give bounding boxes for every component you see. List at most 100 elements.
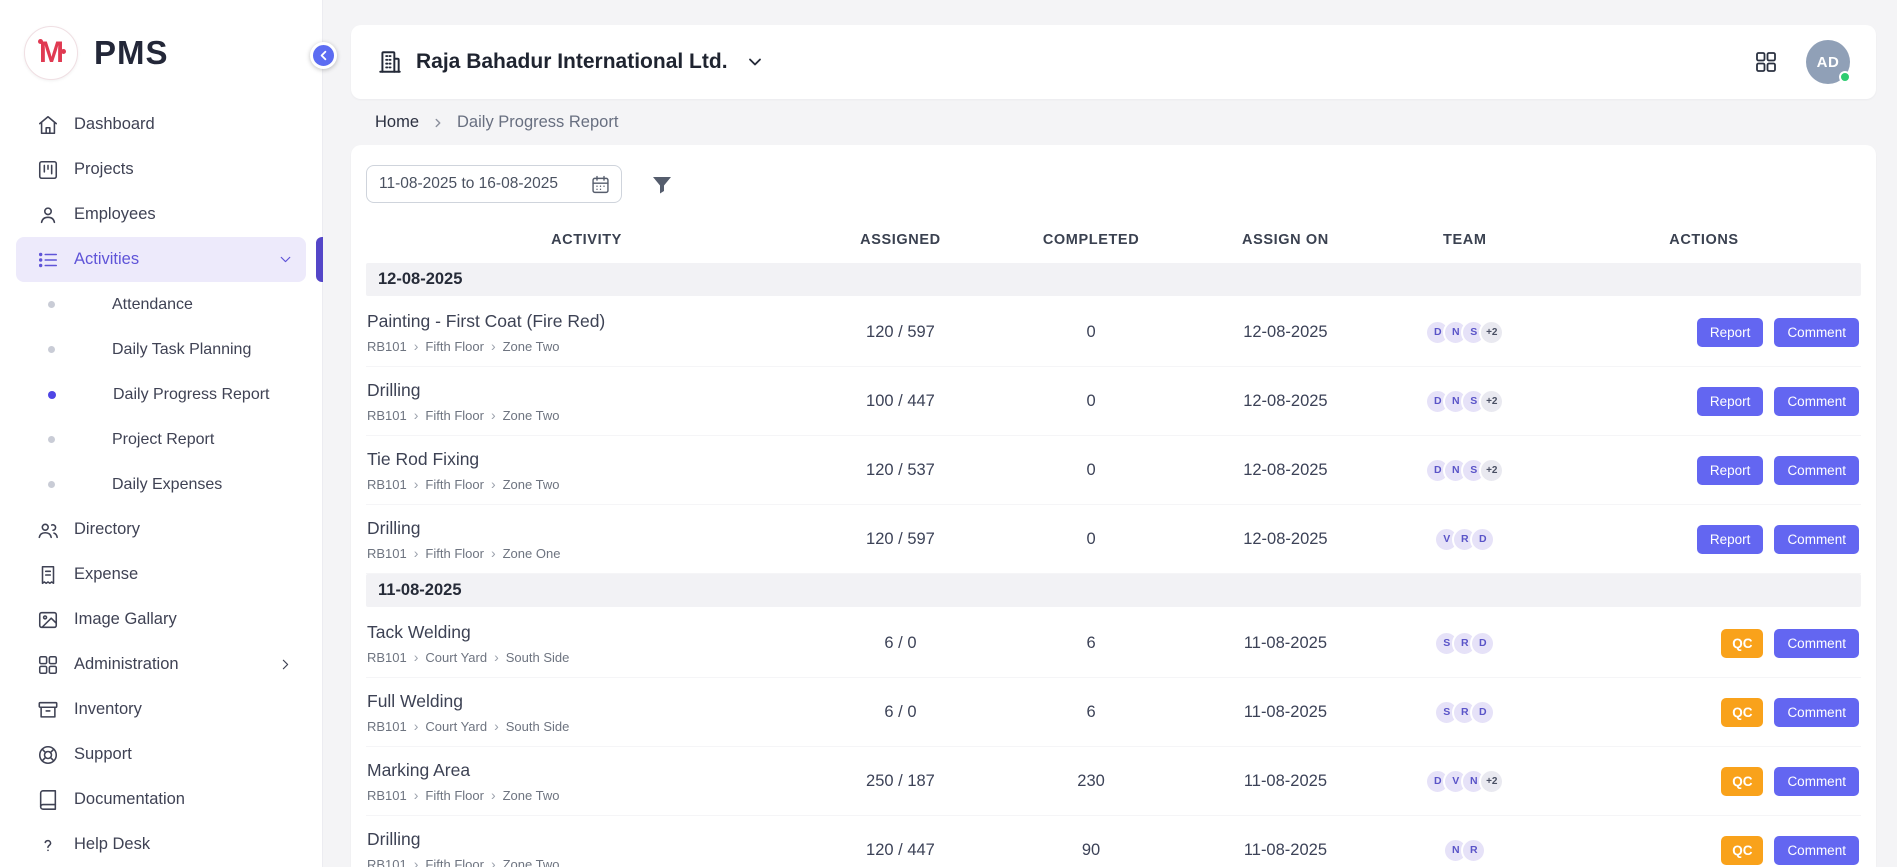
qc-button[interactable]: QC [1721, 698, 1763, 727]
team-cell: VRD [1383, 527, 1547, 552]
sidebar-item-help-desk[interactable]: Help Desk [16, 822, 306, 867]
chevron-right-icon: › [414, 857, 419, 867]
sidebar-item-administration[interactable]: Administration [16, 642, 306, 687]
team-overflow-badge[interactable]: +2 [1479, 389, 1504, 414]
apps-grid-icon[interactable] [1754, 50, 1778, 74]
team-cell: DNS+2 [1383, 389, 1547, 414]
qc-button[interactable]: QC [1721, 767, 1763, 796]
date-range-picker[interactable] [366, 165, 622, 203]
chevron-right-icon: › [491, 788, 496, 802]
activity-location-path: RB101›Fifth Floor›Zone Two [367, 408, 807, 423]
table-body: 12-08-2025 Painting - First Coat (Fire Re… [366, 263, 1861, 867]
user-avatar[interactable]: AD [1806, 40, 1850, 84]
sidebar: M PMS DashboardProjectsEmployeesActiviti… [0, 0, 323, 867]
team-cell: DNS+2 [1383, 320, 1547, 345]
report-button[interactable]: Report [1697, 525, 1764, 554]
team-avatar[interactable]: D [1470, 700, 1495, 725]
path-segment: RB101 [367, 719, 407, 734]
path-segment: RB101 [367, 788, 407, 803]
sidebar-subitem-daily-progress-report[interactable]: Daily Progress Report [16, 372, 306, 417]
breadcrumb-home-link[interactable]: Home [375, 113, 419, 132]
team-overflow-badge[interactable]: +2 [1479, 769, 1504, 794]
assign-on-value: 12-08-2025 [1188, 323, 1382, 342]
inventory-icon [37, 699, 59, 721]
actions-cell: Report Comment [1547, 318, 1861, 347]
activities-icon [37, 249, 59, 271]
assigned-value: 120 / 447 [807, 841, 994, 860]
activity-name: Marking Area [367, 760, 807, 781]
projects-icon [37, 159, 59, 181]
sidebar-item-projects[interactable]: Projects [16, 147, 306, 192]
sidebar-item-label: Employees [74, 205, 156, 224]
team-avatar[interactable]: D [1470, 527, 1495, 552]
sidebar-item-dashboard[interactable]: Dashboard [16, 102, 306, 147]
team-overflow-badge[interactable]: +2 [1479, 320, 1504, 345]
sidebar-item-label: Administration [74, 655, 179, 674]
path-segment: Zone Two [503, 339, 560, 354]
company-selector[interactable]: Raja Bahadur International Ltd. [377, 49, 765, 75]
qc-button[interactable]: QC [1721, 836, 1763, 865]
sidebar-item-expense[interactable]: Expense [16, 552, 306, 597]
team-avatar[interactable]: D [1470, 631, 1495, 656]
path-segment: RB101 [367, 650, 407, 665]
activity-location-path: RB101›Fifth Floor›Zone Two [367, 788, 807, 803]
column-header-team: TEAM [1383, 232, 1547, 248]
sidebar-item-directory[interactable]: Directory [16, 507, 306, 552]
path-segment: RB101 [367, 408, 407, 423]
filter-funnel-icon[interactable] [650, 172, 674, 196]
activity-name: Tack Welding [367, 622, 807, 643]
actions-cell: Report Comment [1547, 456, 1861, 485]
chevron-right-icon: › [491, 408, 496, 422]
activity-row: DrillingRB101›Fifth Floor›Zone One120 / … [366, 505, 1861, 574]
comment-button[interactable]: Comment [1774, 456, 1859, 485]
assigned-value: 120 / 537 [807, 461, 994, 480]
activity-cell: Marking AreaRB101›Fifth Floor›Zone Two [366, 760, 807, 803]
comment-button[interactable]: Comment [1774, 318, 1859, 347]
logo-icon: M [24, 26, 78, 80]
activity-cell: Full WeldingRB101›Court Yard›South Side [366, 691, 807, 734]
sidebar-item-documentation[interactable]: Documentation [16, 777, 306, 822]
sidebar-item-label: Help Desk [74, 835, 150, 854]
comment-button[interactable]: Comment [1774, 767, 1859, 796]
team-avatar[interactable]: R [1461, 838, 1486, 863]
sidebar-subitem-attendance[interactable]: Attendance [16, 282, 306, 327]
comment-button[interactable]: Comment [1774, 836, 1859, 865]
report-button[interactable]: Report [1697, 456, 1764, 485]
chevron-right-icon: › [414, 719, 419, 733]
comment-button[interactable]: Comment [1774, 698, 1859, 727]
sidebar-collapse-button[interactable] [310, 42, 337, 69]
sidebar-subitem-daily-expenses[interactable]: Daily Expenses [16, 462, 306, 507]
sidebar-subitem-daily-task-planning[interactable]: Daily Task Planning [16, 327, 306, 372]
expense-icon [37, 564, 59, 586]
comment-button[interactable]: Comment [1774, 525, 1859, 554]
docs-icon [37, 789, 59, 811]
building-icon [377, 49, 403, 75]
date-range-input[interactable] [379, 175, 582, 193]
sidebar-item-inventory[interactable]: Inventory [16, 687, 306, 732]
comment-button[interactable]: Comment [1774, 387, 1859, 416]
sidebar-item-activities[interactable]: Activities [16, 237, 306, 282]
report-button[interactable]: Report [1697, 387, 1764, 416]
report-button[interactable]: Report [1697, 318, 1764, 347]
activity-row: Tie Rod FixingRB101›Fifth Floor›Zone Two… [366, 436, 1861, 505]
comment-button[interactable]: Comment [1774, 629, 1859, 658]
topbar-right: AD [1754, 40, 1850, 84]
assigned-value: 100 / 447 [807, 392, 994, 411]
sidebar-item-image-gallary[interactable]: Image Gallary [16, 597, 306, 642]
path-segment: South Side [506, 650, 570, 665]
breadcrumb: Home Daily Progress Report [375, 113, 1876, 132]
breadcrumb-current-page: Daily Progress Report [457, 113, 618, 132]
activity-cell: Painting - First Coat (Fire Red)RB101›Fi… [366, 311, 807, 354]
actions-cell: Report Comment [1547, 387, 1861, 416]
team-overflow-badge[interactable]: +2 [1479, 458, 1504, 483]
sidebar-item-support[interactable]: Support [16, 732, 306, 777]
qc-button[interactable]: QC [1721, 629, 1763, 658]
sidebar-subitem-project-report[interactable]: Project Report [16, 417, 306, 462]
sidebar-item-label: Image Gallary [74, 610, 177, 629]
activities-submenu: AttendanceDaily Task PlanningDaily Progr… [16, 282, 306, 507]
chevron-right-icon: › [491, 477, 496, 491]
path-segment: RB101 [367, 546, 407, 561]
sidebar-item-employees[interactable]: Employees [16, 192, 306, 237]
chevron-right-icon: › [491, 857, 496, 867]
sidebar-subitem-label: Project Report [112, 431, 214, 449]
